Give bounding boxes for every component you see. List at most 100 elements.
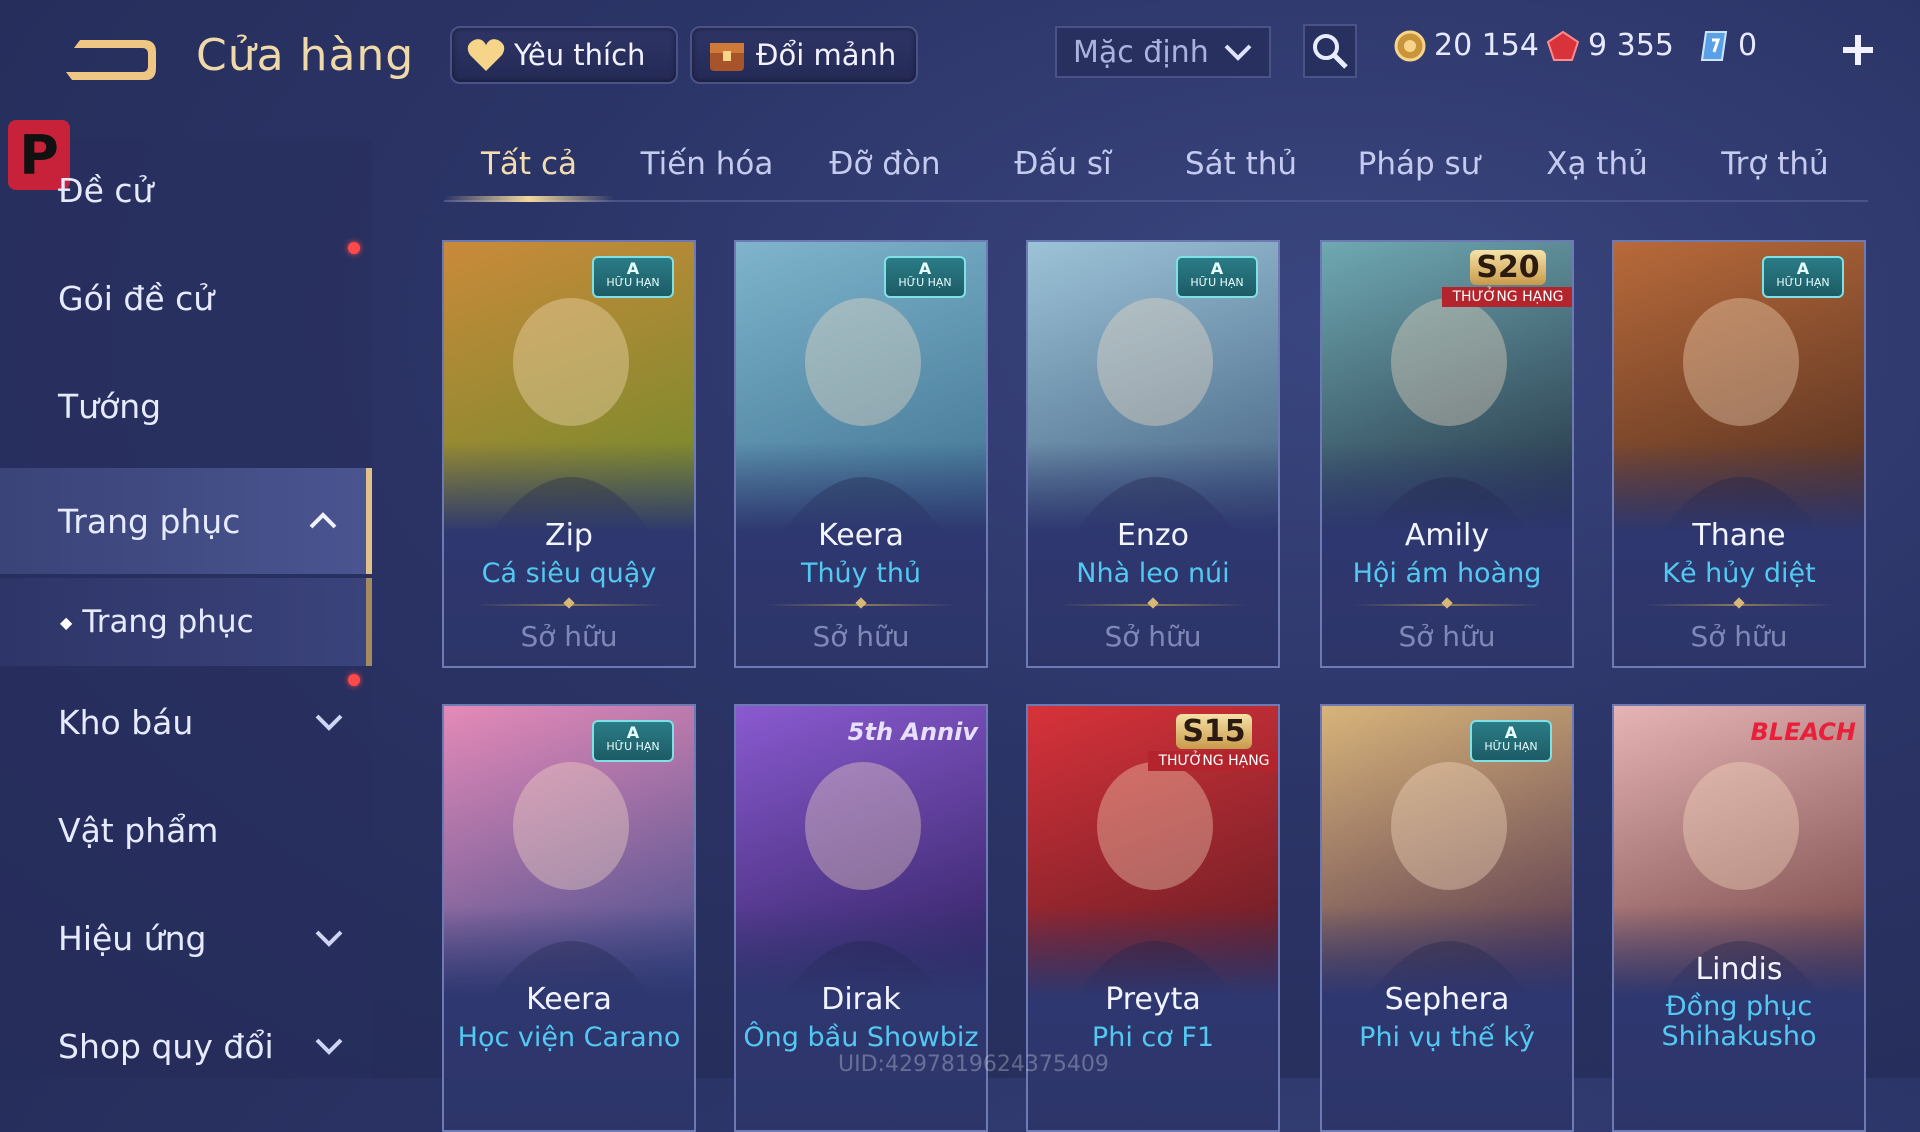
- tab-fighter[interactable]: Đấu sĩ: [988, 146, 1138, 182]
- limited-tag: A HỮU HẠN: [1176, 256, 1258, 298]
- card-shade: [736, 906, 986, 1130]
- uid-watermark: UID:4297819624375409: [838, 1052, 1109, 1077]
- sidebar-item-exchange-shop[interactable]: Shop quy đổi: [0, 996, 372, 1096]
- back-arrow-icon: [66, 40, 156, 80]
- tab-mage[interactable]: Pháp sư: [1344, 146, 1494, 182]
- voucher-icon: [1700, 30, 1728, 61]
- bullet-icon: ◆: [60, 612, 73, 632]
- add-currency-button[interactable]: [1840, 24, 1876, 80]
- hero-name: Keera: [818, 518, 904, 553]
- hero-name: Lindis: [1695, 952, 1783, 987]
- sidebar-item-heroes[interactable]: Tướng: [0, 356, 372, 456]
- favorite-button[interactable]: Yêu thích: [450, 26, 678, 84]
- season-rank-tag: S20 THƯỞNG HẠNG: [1442, 250, 1572, 310]
- sidebar-item-label: Đề cử: [58, 170, 154, 210]
- skin-card[interactable]: S20 THƯỞNG HẠNG Amily Hội ám hoàng Sở hữu: [1320, 240, 1574, 668]
- skin-card[interactable]: A HỮU HẠN Zip Cá siêu quậy Sở hữu: [442, 240, 696, 668]
- back-button[interactable]: [58, 30, 158, 90]
- tab-tank[interactable]: Đỡ đòn: [810, 146, 960, 182]
- sidebar-subitem-skins[interactable]: ◆ Trang phục: [0, 578, 372, 666]
- voucher-balance: 0: [1700, 28, 1757, 63]
- skin-card[interactable]: A HỮU HẠN Thane Kẻ hủy diệt Sở hữu: [1612, 240, 1866, 668]
- shard-label: Đổi mảnh: [756, 38, 897, 72]
- skin-name: Đồng phục Shihakusho: [1661, 991, 1817, 1052]
- chevron-down-icon: [315, 714, 343, 731]
- chevron-down-icon: [315, 1038, 343, 1055]
- limited-tag: A HỮU HẠN: [1762, 256, 1844, 298]
- sort-value: Mặc định: [1073, 34, 1209, 70]
- search-icon: [1313, 34, 1348, 69]
- limited-tag: A HỮU HẠN: [884, 256, 966, 298]
- category-tabs: Tất cả Tiến hóa Đỡ đòn Đấu sĩ Sát thủ Ph…: [444, 138, 1868, 202]
- hero-name: Zip: [545, 518, 593, 553]
- notification-dot: [348, 242, 360, 254]
- skin-name: Nhà leo núi: [1076, 558, 1230, 589]
- sidebar-item-effects[interactable]: Hiệu ứng: [0, 888, 372, 988]
- chest-icon: [710, 43, 744, 71]
- tab-assassin[interactable]: Sát thủ: [1166, 146, 1316, 182]
- hero-name: Thane: [1692, 518, 1786, 553]
- red-gem-icon: [1546, 30, 1580, 61]
- skin-name: Cá siêu quậy: [481, 558, 657, 589]
- sidebar-item-bundles[interactable]: Gói đề cử: [0, 242, 372, 348]
- chevron-up-icon: [309, 512, 337, 529]
- shard-exchange-button[interactable]: Đổi mảnh: [690, 26, 918, 84]
- sidebar-item-label: Trang phục: [82, 604, 254, 640]
- search-button[interactable]: [1303, 24, 1357, 78]
- sidebar-item-label: Tướng: [58, 386, 162, 426]
- card-shade: [1028, 906, 1278, 1130]
- heart-icon: [467, 39, 505, 71]
- skin-card[interactable]: A HỮU HẠN Keera Thủy thủ Sở hữu: [734, 240, 988, 668]
- skin-name: Phi cơ F1: [1091, 1022, 1215, 1053]
- notification-dot: [348, 674, 360, 686]
- sidebar-item-recommended[interactable]: Đề cử: [0, 140, 372, 240]
- skin-name: Hội ám hoàng: [1352, 558, 1542, 589]
- skin-card[interactable]: A HỮU HẠN Enzo Nhà leo núi Sở hữu: [1026, 240, 1280, 668]
- top-bar: Cửa hàng Yêu thích Đổi mảnh Mặc định 20 …: [0, 0, 1920, 110]
- chevron-down-icon: [1224, 44, 1252, 61]
- gem-balance: 9 355: [1546, 28, 1674, 63]
- tab-evolution[interactable]: Tiến hóa: [632, 146, 782, 182]
- limited-tag: A HỮU HẠN: [592, 720, 674, 762]
- card-shade: [1322, 906, 1572, 1130]
- sidebar-item-label: Kho báu: [58, 702, 194, 742]
- skin-card[interactable]: A HỮU HẠN Sephera Phi vụ thế kỷ: [1320, 704, 1574, 1132]
- sidebar-item-label: Hiệu ứng: [58, 918, 207, 958]
- owned-status: Sở hữu: [1690, 620, 1788, 653]
- skin-name: Học viện Carano: [457, 1022, 681, 1053]
- hero-name: Enzo: [1116, 518, 1190, 553]
- gold-value: 20 154: [1434, 28, 1539, 63]
- sidebar-item-label: Vật phẩm: [58, 810, 219, 850]
- owned-status: Sở hữu: [1104, 620, 1202, 653]
- hero-name: Keera: [526, 982, 612, 1017]
- owned-status: Sở hữu: [812, 620, 910, 653]
- skin-name: Kẻ hủy diệt: [1662, 558, 1816, 589]
- card-shade: [444, 906, 694, 1130]
- tab-support[interactable]: Trợ thủ: [1700, 146, 1850, 182]
- hero-name: Dirak: [821, 982, 901, 1017]
- tab-all[interactable]: Tất cả: [454, 146, 604, 182]
- sort-dropdown[interactable]: Mặc định: [1055, 26, 1271, 78]
- skin-card[interactable]: A HỮU HẠN Keera Học viện Carano: [442, 704, 696, 1132]
- skin-name: Thủy thủ: [800, 558, 922, 589]
- voucher-value: 0: [1738, 28, 1758, 63]
- favorite-label: Yêu thích: [514, 38, 646, 72]
- gold-balance: 20 154: [1394, 28, 1539, 63]
- sidebar-item-skins[interactable]: Trang phục: [0, 468, 372, 574]
- chevron-down-icon: [315, 930, 343, 947]
- sidebar-item-items[interactable]: Vật phẩm: [0, 780, 372, 880]
- event-tag: BLEACH: [1750, 718, 1856, 746]
- gold-coin-icon: [1394, 30, 1426, 61]
- hero-name: Amily: [1404, 518, 1490, 553]
- skin-name: Phi vụ thế kỷ: [1359, 1022, 1535, 1053]
- owned-status: Sở hữu: [520, 620, 618, 653]
- tab-marksman[interactable]: Xạ thủ: [1522, 146, 1672, 182]
- sidebar: Đề cử Gói đề cử Tướng Trang phục ◆ Trang…: [0, 140, 376, 1078]
- plus-icon: [1843, 35, 1873, 65]
- sidebar-item-label: Trang phục: [58, 501, 241, 541]
- skin-card[interactable]: BLEACH Lindis Đồng phục Shihakusho: [1612, 704, 1866, 1132]
- gem-value: 9 355: [1588, 28, 1674, 63]
- sidebar-item-treasure[interactable]: Kho báu: [0, 672, 372, 772]
- hero-name: Preyta: [1105, 982, 1201, 1017]
- sidebar-item-label: Gói đề cử: [58, 278, 215, 318]
